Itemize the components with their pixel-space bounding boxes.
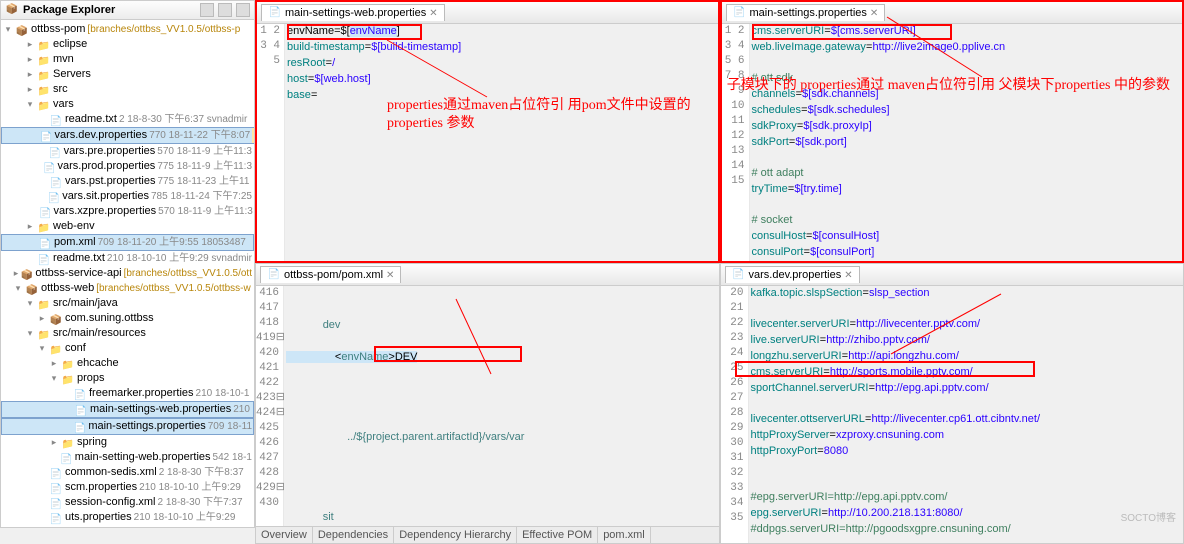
explorer-title: Package Explorer — [23, 4, 196, 16]
menu-icon[interactable] — [236, 3, 250, 17]
tree-item[interactable]: 📄pom.xml 709 18-11-20 上午9:55 18053487 — [1, 234, 254, 251]
tree-item[interactable]: ▾📁conf — [1, 341, 254, 356]
tree-item[interactable]: ▾📦ottbss-web [branches/ottbss_VV1.0.5/ot… — [1, 281, 254, 296]
tree-item[interactable]: 📄common-sedis.xml 2 18-8-30 下午8:37 — [1, 465, 254, 480]
tree-item[interactable]: 📄readme.txt 210 18-10-10 上午9:29 svnadmir — [1, 251, 254, 266]
tree-item[interactable]: 📄vars.xzpre.properties 570 18-11-9 上午11:… — [1, 204, 254, 219]
focus-icon[interactable] — [218, 3, 232, 17]
editor-main-settings-web: 📄main-settings-web.properties✕ 1 2 3 4 5… — [255, 0, 720, 263]
tree-item[interactable]: 📄main-settings-web.properties 210 — [1, 401, 254, 418]
tree-item[interactable]: 📄uts.properties 210 18-10-10 上午9:29 — [1, 510, 254, 525]
pom-editor-tabs[interactable]: OverviewDependenciesDependency Hierarchy… — [256, 526, 719, 543]
code-area[interactable]: cms.serverURI=$[cms.serverURI] web.liveI… — [750, 24, 1183, 261]
pom-tab[interactable]: Overview — [256, 527, 313, 543]
tree-item[interactable]: ▾📁props — [1, 371, 254, 386]
editor-vars-dev: 📄vars.dev.properties✕ 20 21 22 23 24 25 … — [720, 263, 1184, 544]
code-area[interactable]: dev <envName>DEV ../${project.parent.art… — [284, 286, 719, 526]
editor-area: 📄main-settings-web.properties✕ 1 2 3 4 5… — [255, 0, 1184, 528]
pom-tab[interactable]: pom.xml — [598, 527, 651, 543]
tree-item[interactable]: ▾📁vars — [1, 97, 254, 112]
package-icon: 📦 — [5, 4, 19, 16]
tree-item[interactable]: 📄vars.prod.properties 775 18-11-9 上午11:3 — [1, 159, 254, 174]
tab-ed2[interactable]: 📄main-settings.properties✕ — [726, 4, 886, 21]
tab-ed4[interactable]: 📄vars.dev.properties✕ — [725, 266, 860, 283]
pom-tab[interactable]: Dependency Hierarchy — [394, 527, 517, 543]
tree-item[interactable]: 📄session-config.xml 2 18-8-30 下午7:37 — [1, 495, 254, 510]
explorer-header: 📦 Package Explorer — [1, 1, 254, 20]
close-icon[interactable]: ✕ — [386, 270, 394, 281]
close-icon[interactable]: ✕ — [844, 270, 852, 281]
pom-tab[interactable]: Effective POM — [517, 527, 598, 543]
tree-item[interactable]: ▸📦com.suning.ottbss — [1, 311, 254, 326]
editor-pom: 📄ottbss-pom/pom.xml✕ 416 417 418 419⊟ 42… — [255, 263, 720, 544]
link-editor-icon[interactable] — [200, 3, 214, 17]
project-tree[interactable]: ▾📦ottbss-pom [branches/ottbss_VV1.0.5/ot… — [1, 20, 254, 527]
close-icon[interactable]: ✕ — [429, 8, 437, 19]
tree-item[interactable]: ▾📁src/main/java — [1, 296, 254, 311]
tree-item[interactable]: 📄freemarker.properties 210 18-10-1 — [1, 386, 254, 401]
tree-item[interactable]: 📄scm.properties 210 18-10-10 上午9:29 — [1, 480, 254, 495]
code-area[interactable]: kafka.topic.slspSection=slsp_section liv… — [749, 286, 1184, 543]
gutter: 416 417 418 419⊟ 420 421 422 423⊟ 424⊟ 4… — [256, 286, 284, 526]
tab-ed1[interactable]: 📄main-settings-web.properties✕ — [261, 4, 445, 21]
tree-item[interactable]: 📄vars.dev.properties 770 18-11-22 下午8:07… — [1, 127, 254, 144]
watermark: SOCTO博客 — [1121, 509, 1176, 524]
tree-item[interactable]: ▸📁mvn — [1, 52, 254, 67]
tree-item[interactable]: ▸📁Servers — [1, 67, 254, 82]
tree-item[interactable]: 📄vars.pre.properties 570 18-11-9 上午11:3 — [1, 144, 254, 159]
editor-main-settings: 📄main-settings.properties✕ 1 2 3 4 5 6 7… — [720, 0, 1184, 263]
tree-item[interactable]: 📄vars.pst.properties 775 18-11-23 上午11 — [1, 174, 254, 189]
project-root[interactable]: ▾📦ottbss-pom [branches/ottbss_VV1.0.5/ot… — [1, 22, 254, 37]
gutter: 20 21 22 23 24 25 26 27 28 29 30 31 32 3… — [721, 286, 749, 543]
gutter: 1 2 3 4 5 — [257, 24, 285, 261]
tree-item[interactable]: 📄vars.sit.properties 785 18-11-24 下午7:25 — [1, 189, 254, 204]
tree-item[interactable]: ▾📁src/main/resources — [1, 326, 254, 341]
gutter: 1 2 3 4 5 6 7 8 9 10 11 12 13 14 15 — [722, 24, 750, 261]
close-icon[interactable]: ✕ — [870, 8, 878, 19]
package-explorer-panel: 📦 Package Explorer ▾📦ottbss-pom [branche… — [0, 0, 255, 528]
tree-item[interactable]: ▸📁spring — [1, 435, 254, 450]
tab-ed3[interactable]: 📄ottbss-pom/pom.xml✕ — [260, 266, 401, 283]
tree-item[interactable]: 📄main-setting-web.properties 542 18-1 — [1, 450, 254, 465]
tree-item[interactable]: ▸📁eclipse — [1, 37, 254, 52]
tree-item[interactable]: ▸📁web-env — [1, 219, 254, 234]
tree-item[interactable]: 📄main-settings.properties 709 18-11 — [1, 418, 254, 435]
tree-item[interactable]: ▸📁src — [1, 82, 254, 97]
tree-item[interactable]: ▸📦ottbss-service-api [branches/ottbss_VV… — [1, 266, 254, 281]
pom-tab[interactable]: Dependencies — [313, 527, 394, 543]
tree-item[interactable]: ▸📁ehcache — [1, 356, 254, 371]
code-area[interactable]: envName=$[envName] build-timestamp=$[bui… — [285, 24, 718, 261]
tree-item[interactable]: 📄readme.txt 2 18-8-30 下午6:37 svnadmir — [1, 112, 254, 127]
